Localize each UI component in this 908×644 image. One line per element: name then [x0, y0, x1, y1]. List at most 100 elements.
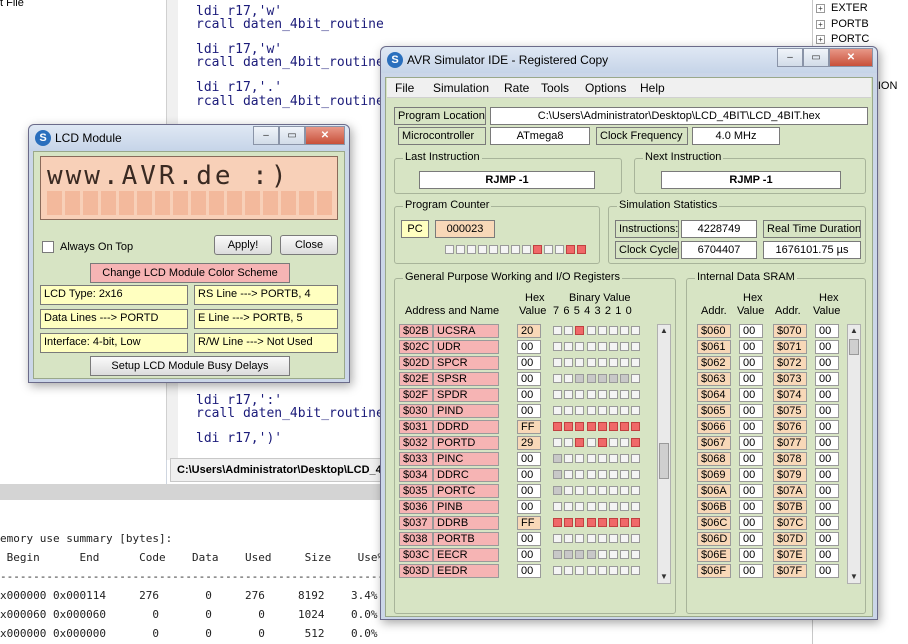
register-bit[interactable]	[575, 470, 585, 479]
register-bit[interactable]	[631, 326, 641, 335]
register-bit[interactable]	[631, 470, 641, 479]
register-bit[interactable]	[553, 534, 562, 543]
close-icon[interactable]: ✕	[829, 48, 873, 67]
menu-help[interactable]: Help	[640, 81, 665, 95]
register-hex-value[interactable]: 00	[517, 564, 541, 578]
register-bit[interactable]	[575, 566, 585, 575]
sram-value[interactable]: 00	[815, 404, 839, 418]
register-bit[interactable]	[553, 470, 562, 479]
register-bit[interactable]	[586, 326, 596, 335]
sram-value[interactable]: 00	[815, 548, 839, 562]
register-bit[interactable]	[575, 390, 585, 399]
sram-value[interactable]: 00	[739, 468, 763, 482]
tree-item[interactable]: PORTB	[831, 18, 869, 30]
register-bit[interactable]	[597, 358, 607, 367]
register-bit[interactable]	[564, 438, 574, 447]
register-bit[interactable]	[564, 486, 574, 495]
expand-icon[interactable]: +	[816, 19, 825, 29]
register-bit[interactable]	[553, 454, 562, 463]
register-bit[interactable]	[609, 358, 618, 367]
register-bit[interactable]	[575, 534, 585, 543]
register-bit[interactable]	[631, 518, 641, 527]
maximize-icon[interactable]: ▭	[803, 48, 829, 67]
register-hex-value[interactable]: 00	[517, 500, 541, 514]
register-bit[interactable]	[586, 470, 596, 479]
register-bit[interactable]	[586, 518, 596, 527]
register-hex-value[interactable]: 29	[517, 436, 541, 450]
register-bit[interactable]	[586, 406, 596, 415]
sram-value[interactable]: 00	[739, 516, 763, 530]
register-bit[interactable]	[620, 342, 630, 351]
sram-value[interactable]: 00	[739, 340, 763, 354]
register-bit[interactable]	[586, 374, 596, 383]
sram-value[interactable]: 00	[815, 388, 839, 402]
register-bit[interactable]	[575, 422, 585, 431]
register-bit[interactable]	[575, 326, 585, 335]
register-hex-value[interactable]: 00	[517, 452, 541, 466]
sram-value[interactable]: 00	[739, 356, 763, 370]
busy-delays-button[interactable]: Setup LCD Module Busy Delays	[90, 356, 290, 376]
register-bit[interactable]	[609, 342, 618, 351]
register-bit[interactable]	[609, 454, 618, 463]
register-bit[interactable]	[631, 358, 641, 367]
register-bit[interactable]	[575, 486, 585, 495]
register-bit[interactable]	[620, 566, 630, 575]
register-bit[interactable]	[597, 566, 607, 575]
scroll-down-icon[interactable]: ▼	[658, 571, 670, 583]
register-bit[interactable]	[586, 422, 596, 431]
sram-value[interactable]: 00	[815, 564, 839, 578]
register-bit[interactable]	[564, 342, 574, 351]
tree-item-file[interactable]: t File	[0, 0, 24, 9]
register-bit[interactable]	[564, 390, 574, 399]
register-hex-value[interactable]: 00	[517, 404, 541, 418]
register-bit[interactable]	[553, 486, 562, 495]
expand-icon[interactable]: +	[816, 4, 825, 13]
register-bit[interactable]	[586, 342, 596, 351]
register-bit[interactable]	[609, 486, 618, 495]
sram-value[interactable]: 00	[815, 356, 839, 370]
sram-value[interactable]: 00	[739, 564, 763, 578]
register-bit[interactable]	[553, 390, 562, 399]
register-bit[interactable]	[597, 406, 607, 415]
register-bit[interactable]	[631, 502, 641, 511]
register-bit[interactable]	[597, 342, 607, 351]
register-bit[interactable]	[597, 550, 607, 559]
register-bit[interactable]	[631, 374, 641, 383]
register-bit[interactable]	[631, 390, 641, 399]
register-bit[interactable]	[564, 406, 574, 415]
register-bit[interactable]	[620, 422, 630, 431]
sram-value[interactable]: 00	[815, 516, 839, 530]
register-bit[interactable]	[564, 454, 574, 463]
register-bit[interactable]	[586, 534, 596, 543]
sram-value[interactable]: 00	[815, 436, 839, 450]
register-bit[interactable]	[575, 518, 585, 527]
register-bit[interactable]	[631, 550, 641, 559]
sram-scrollbar[interactable]: ▲ ▼	[847, 324, 861, 584]
register-bit[interactable]	[553, 342, 562, 351]
register-hex-value[interactable]: 00	[517, 388, 541, 402]
sram-value[interactable]: 00	[815, 420, 839, 434]
register-bit[interactable]	[609, 438, 618, 447]
register-bit[interactable]	[597, 534, 607, 543]
register-bit[interactable]	[620, 518, 630, 527]
register-bit[interactable]	[553, 566, 562, 575]
register-bit[interactable]	[564, 502, 574, 511]
register-bit[interactable]	[575, 342, 585, 351]
register-bit[interactable]	[553, 326, 562, 335]
register-bit[interactable]	[597, 454, 607, 463]
sram-value[interactable]: 00	[815, 324, 839, 338]
register-bit[interactable]	[620, 502, 630, 511]
sram-value[interactable]: 00	[815, 532, 839, 546]
register-bit[interactable]	[620, 358, 630, 367]
register-bit[interactable]	[553, 550, 562, 559]
register-bit[interactable]	[609, 422, 618, 431]
register-hex-value[interactable]: 00	[517, 484, 541, 498]
menu-rate[interactable]: Rate	[504, 81, 529, 95]
register-hex-value[interactable]: 00	[517, 372, 541, 386]
register-bit[interactable]	[564, 550, 574, 559]
register-bit[interactable]	[586, 502, 596, 511]
register-bit[interactable]	[564, 534, 574, 543]
scroll-thumb[interactable]	[659, 443, 669, 479]
register-hex-value[interactable]: 20	[517, 324, 541, 338]
close-icon[interactable]: ✕	[305, 126, 345, 145]
